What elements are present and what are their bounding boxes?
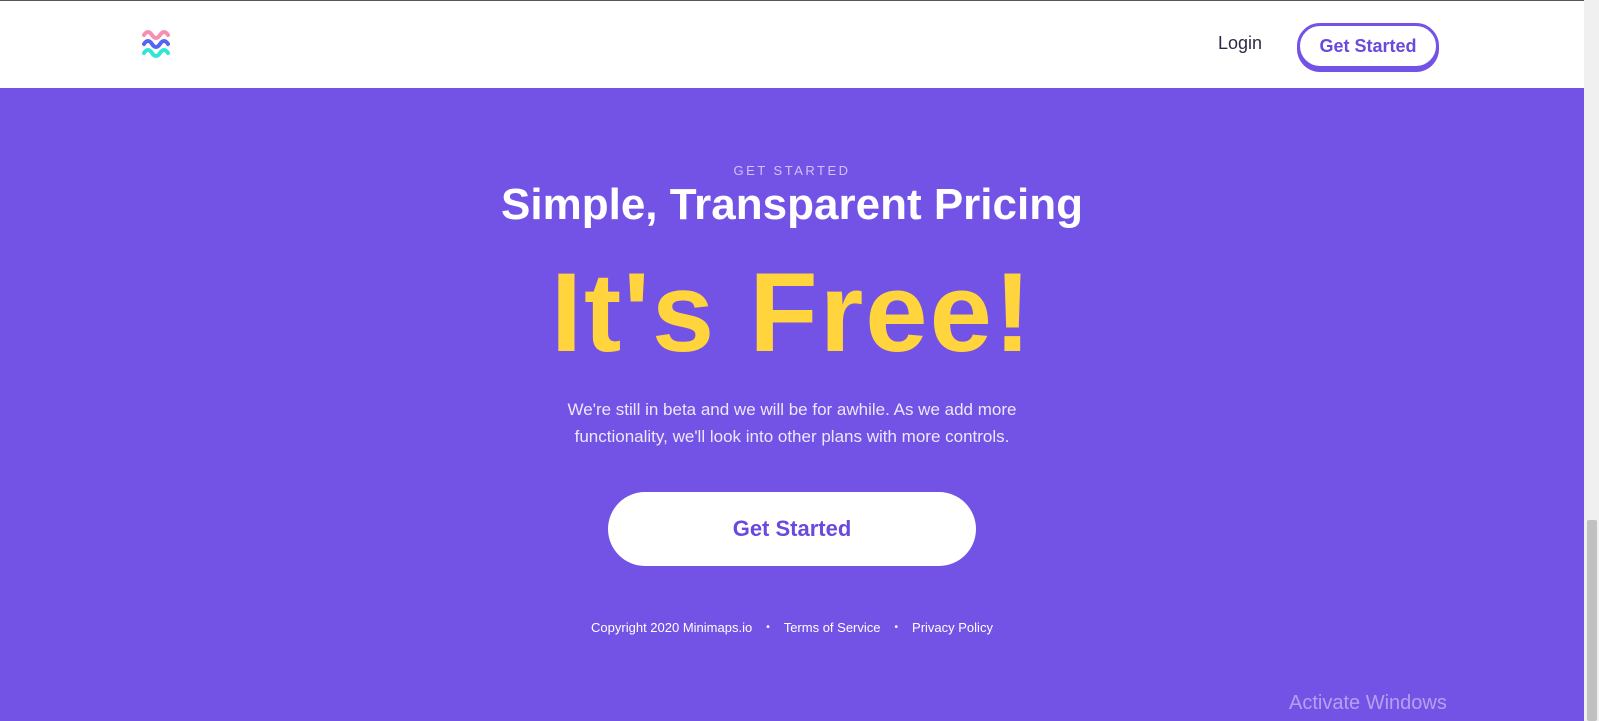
terms-link[interactable]: Terms of Service	[784, 620, 881, 635]
copyright-text: Copyright 2020 Minimaps.io	[591, 620, 753, 635]
pricing-title: Simple, Transparent Pricing	[501, 180, 1083, 229]
logo-waves-icon[interactable]	[142, 27, 172, 59]
privacy-link[interactable]: Privacy Policy	[912, 620, 993, 635]
scrollbar-thumb[interactable]	[1587, 520, 1597, 721]
site-header: Login Get Started	[0, 1, 1584, 88]
free-headline: It's Free!	[550, 250, 1034, 375]
header-get-started-button[interactable]: Get Started	[1297, 23, 1439, 69]
section-eyebrow: GET STARTED	[733, 163, 851, 178]
cta-get-started-button[interactable]: Get Started	[608, 492, 976, 566]
pricing-section: GET STARTED Simple, Transparent Pricing …	[0, 88, 1584, 721]
footer: Copyright 2020 Minimaps.io • Terms of Se…	[0, 620, 1584, 635]
footer-separator: •	[766, 622, 770, 633]
activate-windows-watermark: Activate Windows	[1289, 692, 1447, 714]
pricing-description: We're still in beta and we will be for a…	[567, 400, 1017, 446]
footer-separator: •	[894, 622, 899, 633]
page: Login Get Started GET STARTED Simple, Tr…	[0, 0, 1599, 721]
login-link[interactable]: Login	[1218, 33, 1262, 54]
